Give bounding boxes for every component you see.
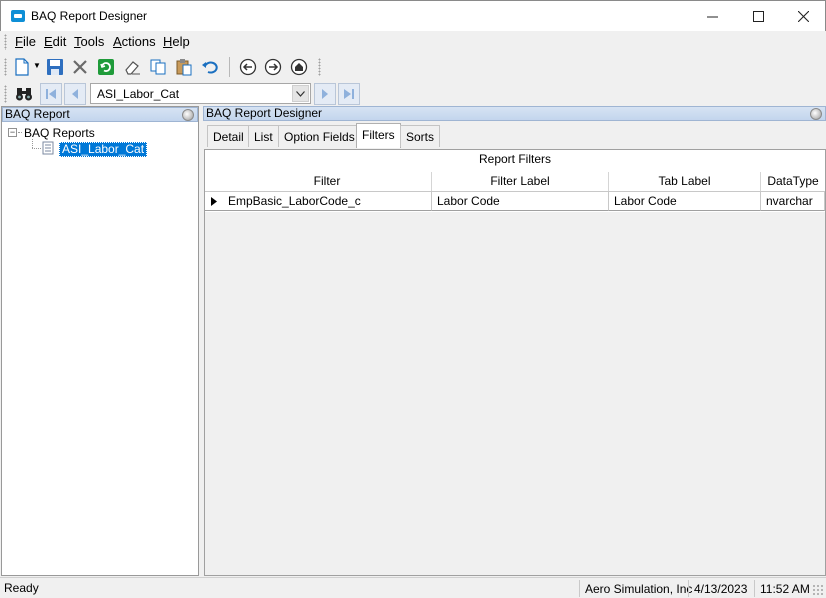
menu-grip[interactable] xyxy=(4,34,7,50)
table-cell-datatype[interactable]: nvarchar xyxy=(761,191,825,211)
status-time: 11:52 AM xyxy=(754,580,815,597)
last-record-icon xyxy=(344,89,354,99)
home-icon[interactable] xyxy=(288,56,310,78)
menu-actions[interactable]: Actions xyxy=(113,34,156,49)
status-bar: Ready Aero Simulation, Inc 4/13/2023 11:… xyxy=(0,577,826,598)
first-record-button[interactable] xyxy=(40,83,62,105)
report-selector-value: ASI_Labor_Cat xyxy=(97,87,180,101)
menu-bar: File Edit Tools Actions Help xyxy=(0,31,826,53)
forward-icon[interactable] xyxy=(262,56,284,78)
new-document-icon[interactable] xyxy=(11,56,33,78)
pin-icon[interactable] xyxy=(182,109,194,121)
report-selector[interactable]: ASI_Labor_Cat xyxy=(90,83,311,104)
toolbar-separator xyxy=(229,57,230,77)
tree-line xyxy=(32,139,33,148)
main-toolbar: ▼ xyxy=(0,53,340,81)
copy-icon[interactable] xyxy=(147,56,169,78)
current-row-icon xyxy=(211,196,217,206)
minimize-button[interactable] xyxy=(689,1,735,31)
close-button[interactable] xyxy=(780,1,826,31)
tab-detail[interactable]: Detail xyxy=(207,125,250,147)
back-icon[interactable] xyxy=(237,56,259,78)
report-item-icon xyxy=(41,141,55,155)
refresh-icon[interactable] xyxy=(95,56,117,78)
toolbar-grip[interactable] xyxy=(4,58,7,76)
menu-help[interactable]: Help xyxy=(163,34,190,49)
grid-caption: Report Filters xyxy=(478,152,552,166)
row-selector[interactable] xyxy=(205,191,223,211)
tab-sorts[interactable]: Sorts xyxy=(400,125,441,147)
column-header-datatype[interactable]: DataType xyxy=(761,172,825,191)
table-cell-filter-label[interactable]: Labor Code xyxy=(432,191,609,211)
column-header-filter[interactable]: Filter xyxy=(223,172,432,191)
tree-root[interactable]: BAQ Reports xyxy=(24,126,95,140)
grid-band: Report Filters Filter Filter Label Tab L… xyxy=(205,150,825,212)
previous-record-icon xyxy=(72,89,78,99)
menu-actions-rest: ctions xyxy=(121,34,156,49)
tab-filters[interactable]: Filters xyxy=(356,123,401,148)
undo-icon[interactable] xyxy=(199,56,221,78)
right-pane-header: BAQ Report Designer xyxy=(203,106,826,121)
eraser-icon[interactable] xyxy=(121,56,143,78)
next-record-button[interactable] xyxy=(314,83,336,105)
toolbar-end-grip xyxy=(318,58,321,76)
tree-item-selected[interactable]: ASI_Labor_Cat xyxy=(59,142,148,157)
status-date: 4/13/2023 xyxy=(688,580,752,597)
save-icon[interactable] xyxy=(44,56,66,78)
menu-tools-rest: ools xyxy=(80,34,105,49)
close-icon xyxy=(797,10,809,22)
left-pane-title: BAQ Report xyxy=(5,107,70,121)
column-header-filter-label[interactable]: Filter Label xyxy=(432,172,609,191)
pin-icon[interactable] xyxy=(810,108,822,120)
menu-edit[interactable]: Edit xyxy=(44,34,66,49)
window-title: BAQ Report Designer xyxy=(31,9,148,23)
maximize-icon xyxy=(752,10,764,22)
status-text: Ready xyxy=(4,581,39,595)
chevron-down-icon[interactable] xyxy=(292,85,309,102)
nav-toolbar-grip[interactable] xyxy=(4,85,7,103)
column-header-tab-label[interactable]: Tab Label xyxy=(609,172,761,191)
tab-list[interactable]: List xyxy=(248,125,279,147)
previous-record-button[interactable] xyxy=(64,83,86,105)
collapse-icon[interactable]: − xyxy=(8,128,17,137)
title-bar: BAQ Report Designer xyxy=(0,0,826,31)
minimize-icon xyxy=(706,16,718,17)
menu-tools[interactable]: Tools xyxy=(74,34,104,49)
baq-report-pane: BAQ Report − BAQ Reports ASI_Labor_Cat xyxy=(1,106,199,576)
table-cell-filter[interactable]: EmpBasic_LaborCode_c xyxy=(223,191,432,211)
tab-option-fields[interactable]: Option Fields xyxy=(278,125,361,147)
table-cell-tab-label[interactable]: Labor Code xyxy=(609,191,761,211)
new-dropdown-icon[interactable]: ▼ xyxy=(33,61,41,70)
last-record-button[interactable] xyxy=(338,83,360,105)
right-pane-title: BAQ Report Designer xyxy=(206,106,323,120)
tree-line-branch xyxy=(32,148,41,149)
menu-file[interactable]: File xyxy=(15,34,36,49)
resize-grip-icon[interactable] xyxy=(812,584,824,596)
first-record-icon xyxy=(46,89,56,99)
menu-file-rest: ile xyxy=(22,34,36,49)
status-company: Aero Simulation, Inc xyxy=(579,580,697,597)
app-icon xyxy=(11,10,25,22)
filters-grid: Report Filters Filter Filter Label Tab L… xyxy=(204,149,826,576)
next-record-icon xyxy=(322,89,328,99)
left-pane-header: BAQ Report xyxy=(2,107,198,122)
binoculars-icon[interactable] xyxy=(13,83,35,105)
delete-icon[interactable] xyxy=(69,56,91,78)
menu-help-rest: elp xyxy=(172,34,190,49)
menu-edit-rest: dit xyxy=(52,34,67,49)
maximize-button[interactable] xyxy=(735,1,781,31)
tree-connector xyxy=(18,132,22,133)
paste-icon[interactable] xyxy=(173,56,195,78)
